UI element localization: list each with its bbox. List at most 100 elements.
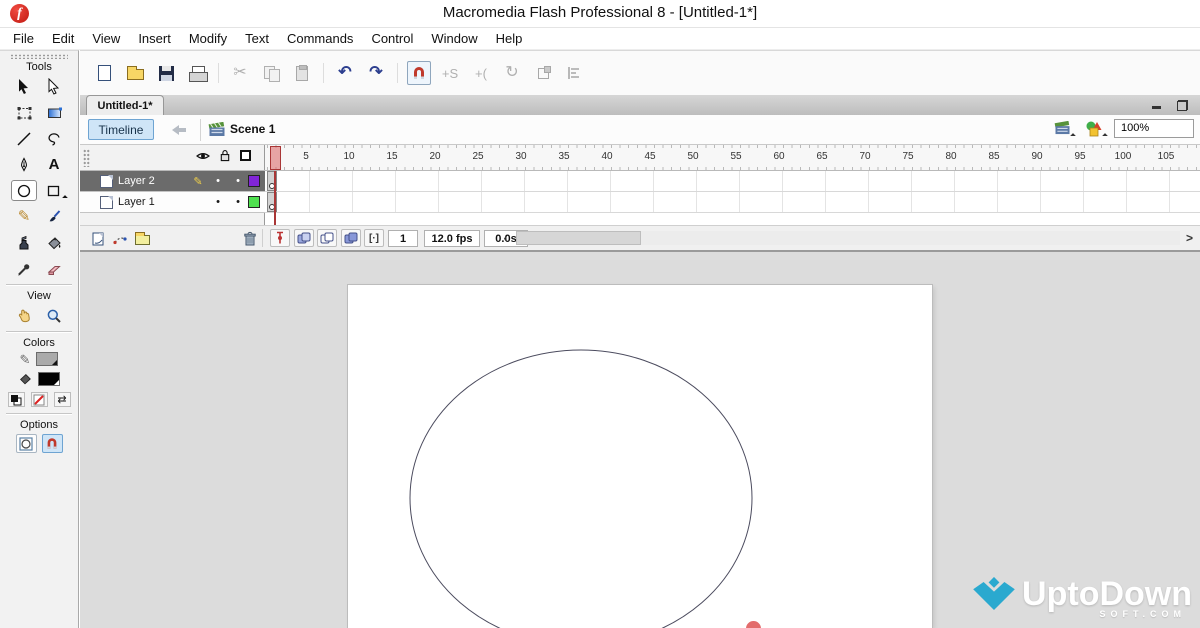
edit-bar: Timeline Scene 1 <box>80 115 1200 145</box>
object-drawing-option[interactable] <box>16 434 37 453</box>
menu-file[interactable]: File <box>4 30 43 47</box>
panel-grip[interactable] <box>10 54 68 59</box>
back-arrow-icon[interactable] <box>172 124 188 136</box>
layer-visibility-dot[interactable]: • <box>208 196 228 208</box>
scale-button[interactable] <box>531 61 555 85</box>
insert-layer-button[interactable] <box>88 229 108 247</box>
menu-help[interactable]: Help <box>487 30 532 47</box>
rotate-button[interactable]: ↻ <box>500 61 524 85</box>
edit-multiple-frames-button[interactable] <box>341 229 361 247</box>
menu-commands[interactable]: Commands <box>278 30 362 47</box>
pencil-tool[interactable]: ✎ <box>11 206 37 227</box>
redo-button[interactable]: ↷ <box>364 61 388 85</box>
current-frame-field[interactable]: 1 <box>388 230 418 247</box>
edit-scene-button[interactable] <box>1050 118 1074 138</box>
menu-edit[interactable]: Edit <box>43 30 83 47</box>
lasso-tool[interactable] <box>41 128 67 149</box>
new-document-button[interactable] <box>92 61 116 85</box>
paste-button[interactable] <box>290 61 314 85</box>
zoom-level-input[interactable] <box>1114 119 1194 138</box>
timeline-scrollbar-thumb[interactable] <box>516 231 641 245</box>
frames-row-layer1[interactable] <box>265 192 1200 213</box>
line-tool[interactable] <box>11 128 37 149</box>
text-tool[interactable]: A <box>41 154 67 175</box>
timeline-toggle-button[interactable]: Timeline <box>88 119 154 140</box>
menu-view[interactable]: View <box>83 30 129 47</box>
layer-lock-dot[interactable]: • <box>228 196 248 208</box>
swap-colors-button[interactable]: ⇄ <box>54 392 71 407</box>
layer-visibility-dot[interactable]: • <box>208 175 228 187</box>
selection-tool[interactable] <box>11 76 37 97</box>
frames-row-layer2[interactable] <box>265 171 1200 192</box>
document-tab[interactable]: Untitled-1* <box>86 95 164 115</box>
menu-text[interactable]: Text <box>236 30 278 47</box>
timeline-ruler[interactable]: 5101520253035404550556065707580859095100… <box>265 145 1200 171</box>
frame-rate-field[interactable]: 12.0 fps <box>424 230 480 247</box>
no-color-button[interactable] <box>31 392 48 407</box>
menu-control[interactable]: Control <box>362 30 422 47</box>
delete-layer-button[interactable] <box>240 229 260 247</box>
restore-button[interactable] <box>1174 98 1190 111</box>
onion-skin-button[interactable] <box>294 229 314 247</box>
hand-tool[interactable] <box>11 305 37 326</box>
layer-name[interactable]: Layer 2 <box>118 175 155 187</box>
layer-outline-color-chip[interactable] <box>248 175 260 187</box>
gradient-transform-tool[interactable] <box>41 102 67 123</box>
zoom-tool[interactable] <box>41 305 67 326</box>
main-toolbar: ✂ ↶ ↷ +S +( ↻ <box>80 50 1200 95</box>
insert-layer-folder-button[interactable] <box>132 229 152 247</box>
save-button[interactable] <box>154 61 178 85</box>
playhead[interactable] <box>270 146 281 170</box>
snap-to-objects-button[interactable] <box>407 61 431 85</box>
fill-color-swatch[interactable] <box>38 372 60 386</box>
scene-name-label[interactable]: Scene 1 <box>230 122 275 136</box>
brush-tool[interactable] <box>41 206 67 227</box>
eyedropper-tool[interactable] <box>11 258 37 279</box>
menu-window[interactable]: Window <box>422 30 486 47</box>
minimize-button[interactable] <box>1148 98 1164 111</box>
layer-lock-dot[interactable]: • <box>228 175 248 187</box>
free-transform-tool[interactable] <box>11 102 37 123</box>
menu-insert[interactable]: Insert <box>129 30 180 47</box>
stroke-color-swatch[interactable] <box>36 352 58 366</box>
ink-bottle-tool[interactable] <box>11 232 37 253</box>
tools-section-label: Tools <box>0 61 78 73</box>
onion-skin-outlines-button[interactable] <box>317 229 337 247</box>
straighten-button[interactable]: +( <box>469 61 493 85</box>
copy-button[interactable] <box>259 61 283 85</box>
modify-onion-markers-button[interactable]: [·] <box>364 229 384 247</box>
outline-view-icon[interactable] <box>240 150 251 161</box>
undo-button[interactable]: ↶ <box>333 61 357 85</box>
smooth-button[interactable]: +S <box>438 61 462 85</box>
timeline-scrollbar-track[interactable] <box>516 231 1180 245</box>
cut-button[interactable]: ✂ <box>228 61 252 85</box>
edit-symbols-button[interactable] <box>1082 118 1106 138</box>
stage-canvas[interactable] <box>348 285 932 628</box>
stage-ellipse-drawing[interactable] <box>348 285 932 628</box>
layer-outline-color-chip[interactable] <box>248 196 260 208</box>
snap-to-objects-option[interactable] <box>42 434 63 453</box>
align-button[interactable] <box>562 61 586 85</box>
subselection-tool[interactable] <box>41 76 67 97</box>
lock-icon[interactable] <box>219 149 231 162</box>
scroll-right-button[interactable]: > <box>1182 230 1197 246</box>
paint-bucket-tool[interactable] <box>41 232 67 253</box>
print-button[interactable] <box>185 61 209 85</box>
pasteboard[interactable]: UptoDown SOFT.COM <box>80 252 1200 628</box>
show-hide-eye-icon[interactable] <box>196 151 210 161</box>
rectangle-tool[interactable] <box>41 180 67 201</box>
playhead-line <box>274 171 276 227</box>
open-button[interactable] <box>123 61 147 85</box>
oval-tool[interactable] <box>11 180 37 201</box>
eraser-tool[interactable] <box>41 258 67 279</box>
add-motion-guide-button[interactable] <box>110 229 130 247</box>
layer-name[interactable]: Layer 1 <box>118 196 155 208</box>
timeline-grip[interactable] <box>83 149 90 167</box>
layer-row-2[interactable]: Layer 2 ✎ • • <box>80 171 265 192</box>
scroll-left-button[interactable]: ‹ <box>498 230 513 246</box>
pen-tool[interactable] <box>11 154 37 175</box>
default-colors-button[interactable] <box>8 392 25 407</box>
center-frame-button[interactable] <box>270 229 290 247</box>
layer-row-1[interactable]: Layer 1 • • <box>80 192 265 213</box>
menu-modify[interactable]: Modify <box>180 30 236 47</box>
